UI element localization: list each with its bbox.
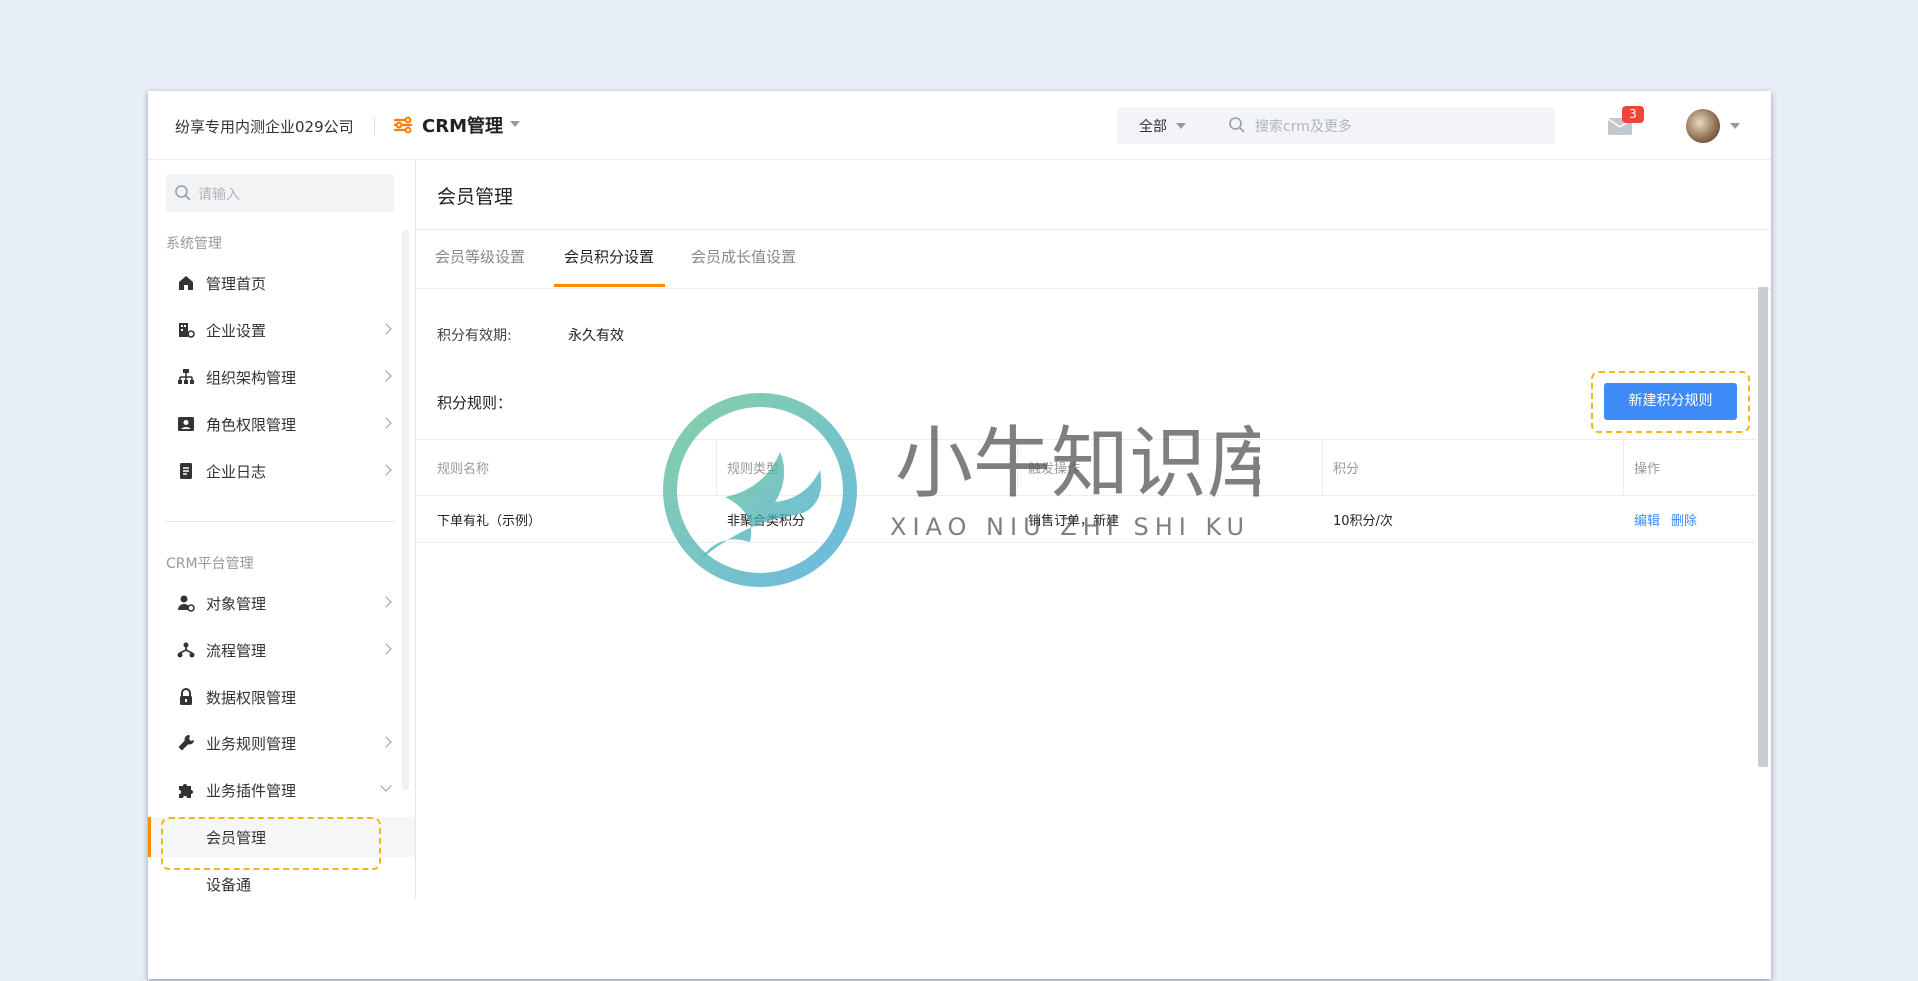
chevron-right-icon xyxy=(380,596,392,608)
column-header-points: 积分 xyxy=(1333,462,1360,477)
column-divider[interactable] xyxy=(1322,440,1323,495)
search-icon xyxy=(175,185,191,201)
flow-icon xyxy=(177,642,195,658)
sidebar-search-input[interactable]: 请输入 xyxy=(166,174,394,212)
app-window: 纷享专用内测企业029公司 CRM管理 全部 搜索crm及更多 3 请输入 系统… xyxy=(148,91,1771,979)
id-card-icon xyxy=(178,417,194,431)
global-search[interactable]: 全部 搜索crm及更多 xyxy=(1117,107,1555,144)
sidebar-item-business-rules[interactable]: 业务规则管理 xyxy=(148,723,415,763)
sidebar-item-data-permissions[interactable]: 数据权限管理 xyxy=(148,677,415,717)
puzzle-icon xyxy=(179,784,193,798)
chevron-right-icon xyxy=(380,643,392,655)
search-icon xyxy=(1229,117,1245,133)
column-header-rule-name: 规则名称 xyxy=(437,462,490,477)
sidebar-item-label: 流程管理 xyxy=(206,642,267,660)
chevron-right-icon xyxy=(380,464,392,476)
avatar[interactable] xyxy=(1686,109,1720,143)
validity-value: 永久有效 xyxy=(568,328,624,344)
sidebar-item-label: 管理首页 xyxy=(206,275,267,293)
cell-trigger: 销售订单，新建 xyxy=(1028,514,1120,529)
rules-label: 积分规则： xyxy=(437,394,513,412)
sidebar-item-label: 数据权限管理 xyxy=(206,689,297,707)
highlight-box-new-rule xyxy=(1591,371,1750,433)
sidebar-item-label: 业务插件管理 xyxy=(206,782,297,800)
crm-app-icon xyxy=(393,116,413,134)
sidebar-item-object-management[interactable]: 对象管理 xyxy=(148,583,415,623)
sidebar-item-enterprise-settings[interactable]: 企业设置 xyxy=(148,310,415,350)
sidebar-item-label: 业务规则管理 xyxy=(206,735,297,753)
chevron-down-icon[interactable] xyxy=(1176,123,1186,129)
sidebar-search-placeholder: 请输入 xyxy=(198,187,240,203)
wrench-icon xyxy=(178,735,194,751)
highlight-box-member-management xyxy=(161,817,381,870)
sidebar-item-label: 企业设置 xyxy=(206,322,267,340)
sidebar-item-label: 角色权限管理 xyxy=(206,416,297,434)
chevron-down-icon[interactable] xyxy=(510,121,520,127)
page-title: 会员管理 xyxy=(437,186,514,208)
main-content: 会员管理 会员等级设置 会员积分设置 会员成长值设置 积分有效期: 永久有效 积… xyxy=(416,160,1771,979)
table-row: 下单有礼（示例） 非聚合类积分 销售订单，新建 10积分/次 编辑 删除 xyxy=(416,495,1756,543)
company-name[interactable]: 纷享专用内测企业029公司 xyxy=(175,116,354,137)
app-title[interactable]: CRM管理 xyxy=(422,112,503,138)
cell-points: 10积分/次 xyxy=(1333,514,1393,529)
notification-badge: 3 xyxy=(1622,106,1644,123)
active-tab-indicator xyxy=(554,284,665,287)
edit-link[interactable]: 编辑 xyxy=(1634,510,1660,529)
cell-rule-type: 非聚合类积分 xyxy=(727,514,806,529)
column-divider[interactable] xyxy=(716,440,717,495)
sidebar-divider xyxy=(166,521,394,522)
main-scrollbar[interactable] xyxy=(1758,287,1768,767)
sidebar-item-label: 组织架构管理 xyxy=(206,369,297,387)
log-document-icon xyxy=(180,463,192,479)
sidebar-item-label: 设备通 xyxy=(206,876,252,894)
column-header-trigger: 触发操作 xyxy=(1028,462,1081,477)
top-bar: 纷享专用内测企业029公司 CRM管理 全部 搜索crm及更多 3 xyxy=(148,91,1771,160)
sidebar-item-enterprise-log[interactable]: 企业日志 xyxy=(148,451,415,491)
topbar-divider xyxy=(374,117,375,135)
section-title-system: 系统管理 xyxy=(166,236,222,252)
validity-label: 积分有效期: xyxy=(437,328,512,344)
delete-link[interactable]: 删除 xyxy=(1671,510,1697,529)
chevron-down-icon xyxy=(380,780,392,792)
sidebar-item-home[interactable]: 管理首页 xyxy=(148,263,415,303)
tab-member-level[interactable]: 会员等级设置 xyxy=(435,246,525,267)
chevron-right-icon xyxy=(380,323,392,335)
tab-bar: 会员等级设置 会员积分设置 会员成长值设置 xyxy=(416,229,1771,289)
building-settings-icon xyxy=(179,323,195,338)
table-header: 规则名称 规则类型 触发操作 积分 操作 xyxy=(416,439,1756,496)
column-header-actions: 操作 xyxy=(1634,462,1661,477)
sidebar-item-label: 企业日志 xyxy=(206,463,267,481)
chevron-right-icon xyxy=(380,736,392,748)
section-title-crm: CRM平台管理 xyxy=(166,556,254,572)
sidebar-item-business-plugins[interactable]: 业务插件管理 xyxy=(148,770,415,810)
sidebar: 请输入 系统管理 管理首页 企业设置 组织架构管理 角色权限管理 企业日志 CR… xyxy=(148,160,416,979)
bottom-blank-area xyxy=(148,899,1771,979)
chevron-right-icon xyxy=(380,370,392,382)
search-scope-select[interactable]: 全部 xyxy=(1139,116,1167,136)
sidebar-item-device-connect[interactable]: 设备通 xyxy=(148,864,415,904)
org-chart-icon xyxy=(178,369,194,384)
sidebar-item-org-structure[interactable]: 组织架构管理 xyxy=(148,357,415,397)
sidebar-item-label: 对象管理 xyxy=(206,595,267,613)
lock-icon xyxy=(180,688,192,705)
tab-member-growth[interactable]: 会员成长值设置 xyxy=(691,246,796,267)
search-input[interactable]: 搜索crm及更多 xyxy=(1255,116,1352,136)
column-divider[interactable] xyxy=(1017,440,1018,495)
sidebar-item-role-permissions[interactable]: 角色权限管理 xyxy=(148,404,415,444)
sidebar-item-process-management[interactable]: 流程管理 xyxy=(148,630,415,670)
column-divider[interactable] xyxy=(1623,440,1624,495)
tab-member-points[interactable]: 会员积分设置 xyxy=(564,246,654,267)
home-icon xyxy=(179,276,193,290)
cell-rule-name: 下单有礼（示例） xyxy=(437,514,542,529)
column-header-rule-type: 规则类型 xyxy=(727,462,780,477)
chevron-right-icon xyxy=(380,417,392,429)
chevron-down-icon[interactable] xyxy=(1730,123,1740,129)
user-gear-icon xyxy=(178,595,195,612)
